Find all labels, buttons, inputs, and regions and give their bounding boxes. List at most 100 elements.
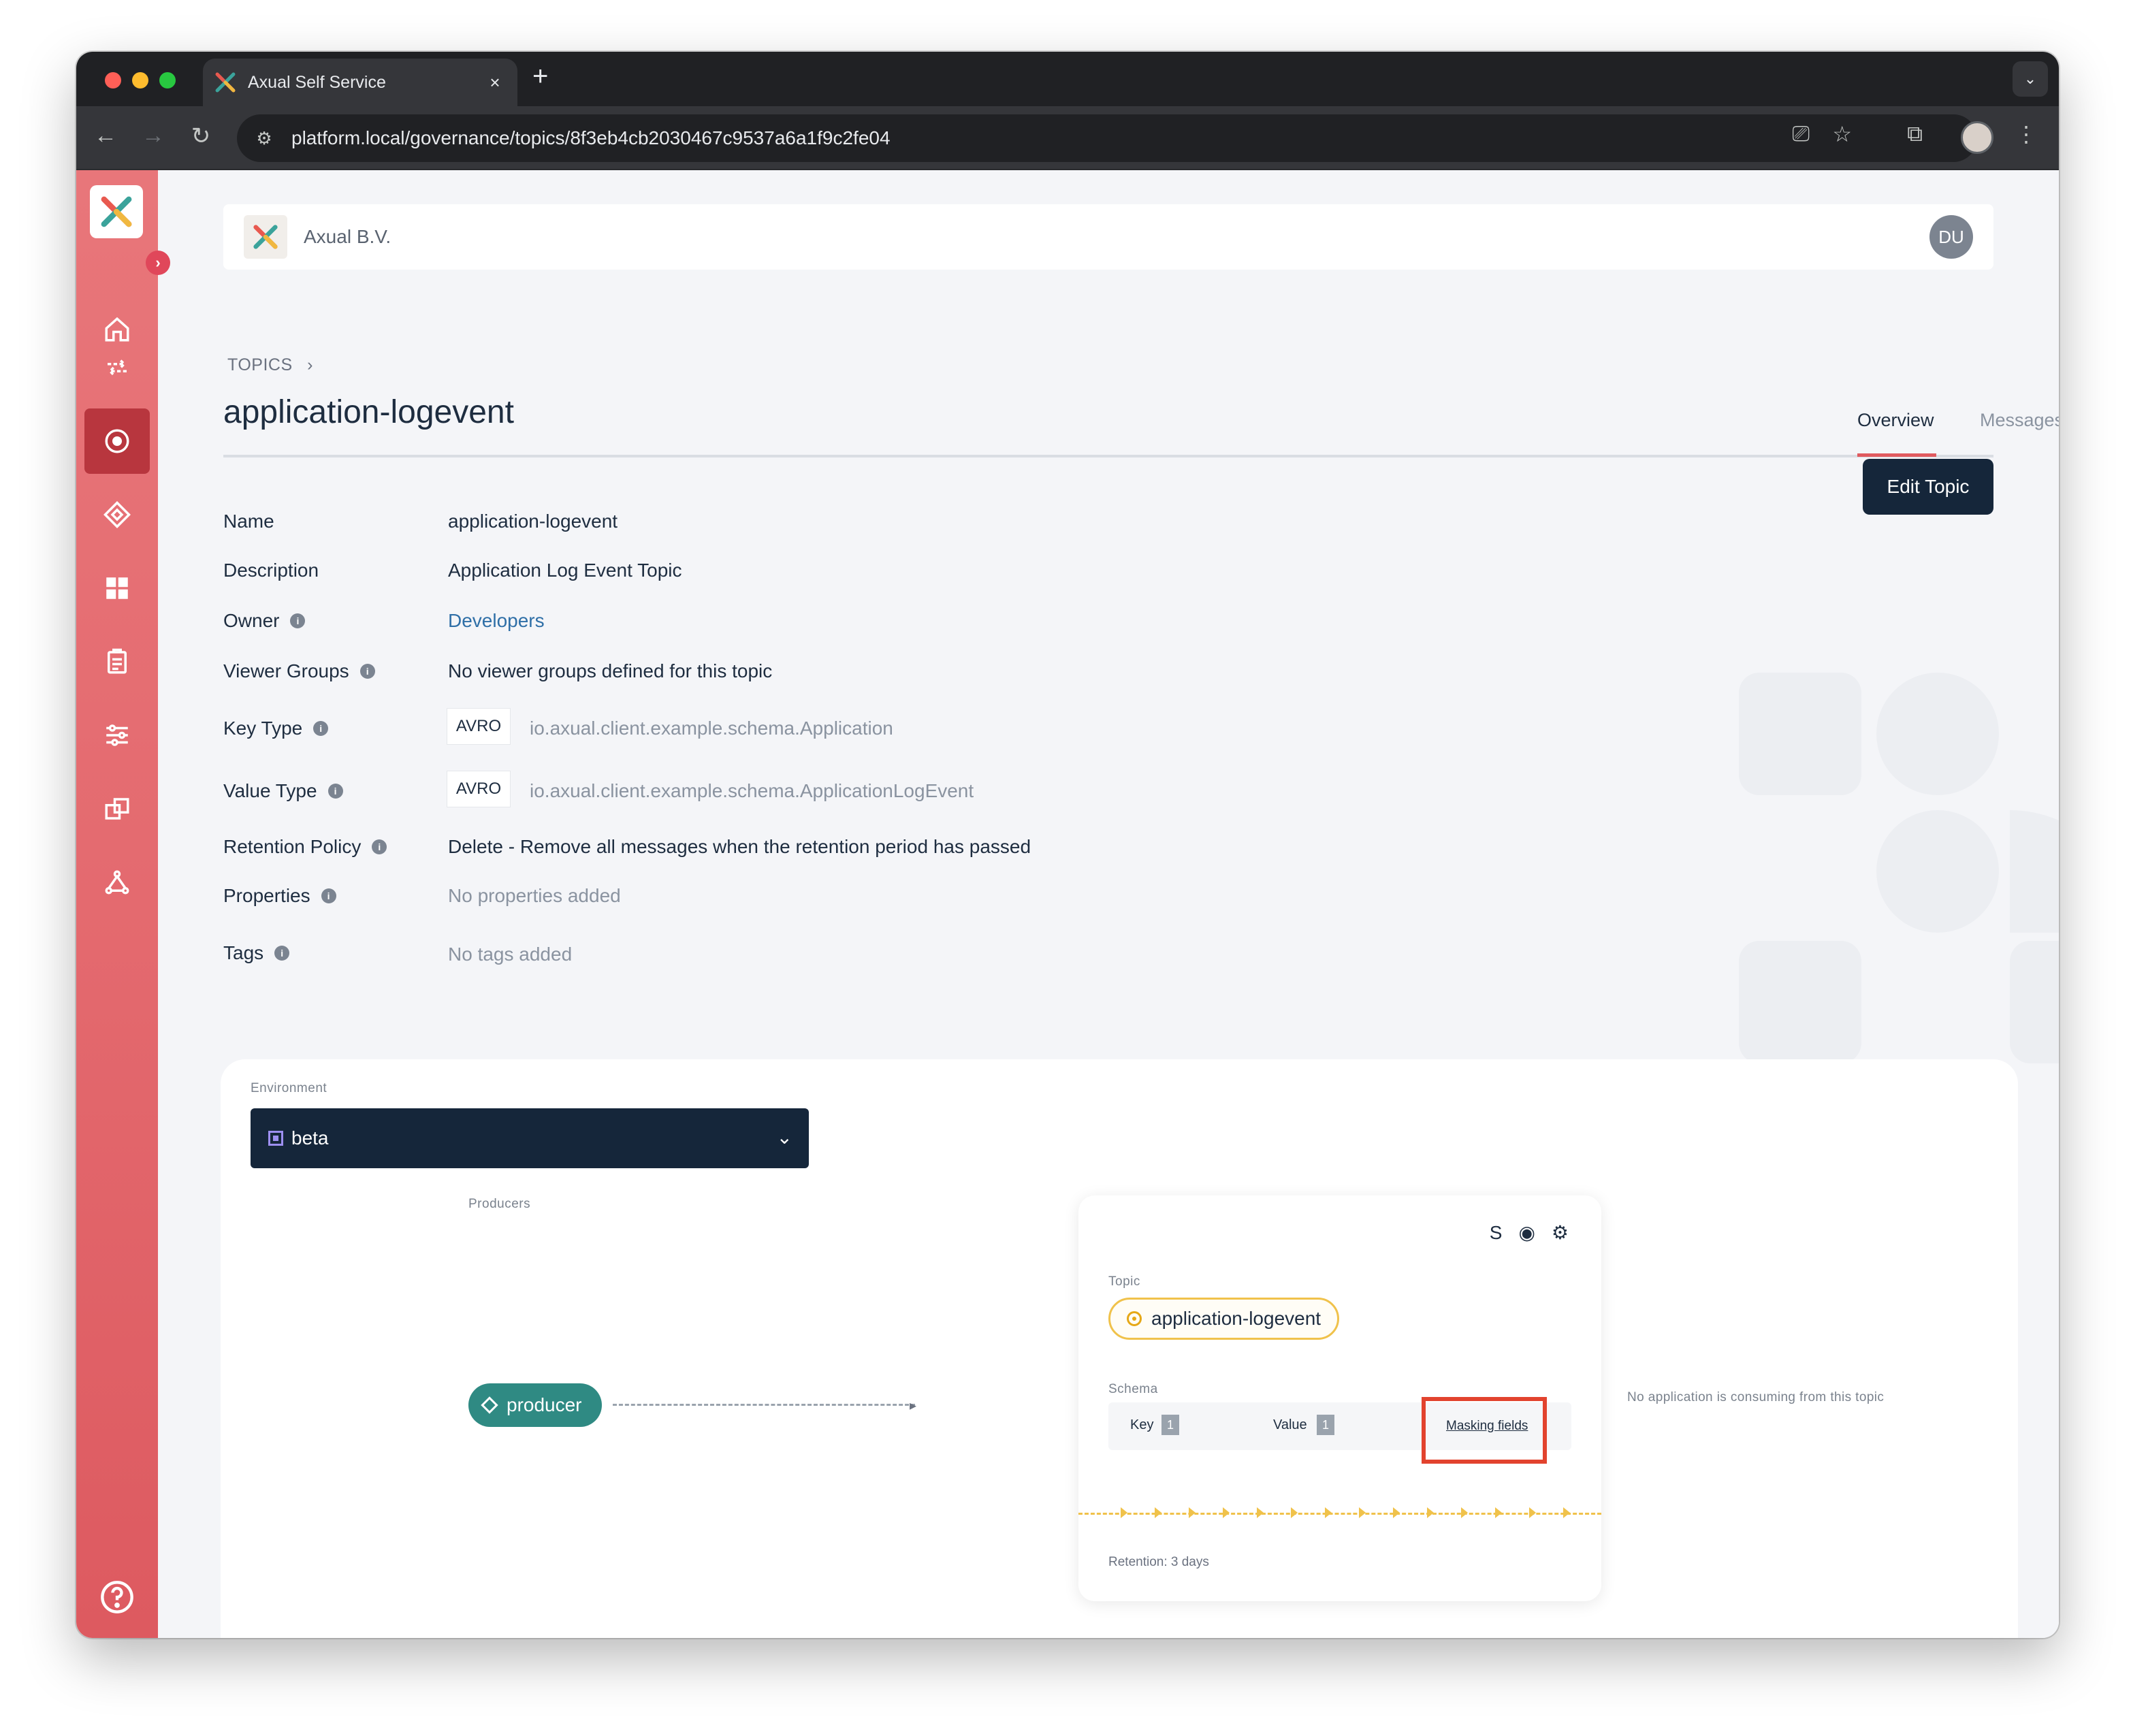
producers-label: Producers bbox=[468, 1197, 531, 1211]
tab-overview[interactable]: Overview bbox=[1857, 410, 1934, 431]
topic-card-actions: S ◉ ⚙ bbox=[1490, 1221, 1569, 1244]
back-arrow-icon[interactable]: ← bbox=[90, 123, 121, 149]
active-tab-indicator bbox=[1857, 453, 1936, 457]
tab-search-chevron-icon[interactable]: ⌄ bbox=[2013, 61, 2048, 97]
axual-logo-icon bbox=[101, 196, 132, 227]
network-icon bbox=[105, 870, 129, 895]
user-avatar[interactable]: DU bbox=[1929, 215, 1973, 259]
topic-label: Topic bbox=[1108, 1274, 1140, 1289]
close-window-button[interactable] bbox=[105, 72, 121, 89]
application-icon bbox=[481, 1396, 498, 1414]
topic-icon bbox=[1127, 1311, 1142, 1326]
browser-tabbar: Axual Self Service × + ⌄ bbox=[76, 52, 2059, 106]
environment-icon bbox=[268, 1131, 283, 1146]
producer-node[interactable]: producer bbox=[468, 1383, 602, 1427]
sidebar-item-environments[interactable] bbox=[84, 776, 150, 841]
browser-tab[interactable]: Axual Self Service × bbox=[203, 59, 517, 106]
org-logo[interactable] bbox=[244, 215, 287, 259]
browser-toolbar: ← → ↻ ⚙ platform.local/governance/topics… bbox=[76, 106, 2059, 170]
decorative-shape bbox=[1876, 673, 1999, 795]
new-tab-button[interactable]: + bbox=[532, 61, 548, 92]
minimize-window-button[interactable] bbox=[132, 72, 148, 89]
track-arrow-icon bbox=[1393, 1507, 1400, 1518]
sidebar-item-settings[interactable] bbox=[84, 703, 150, 768]
key-type-label: Key Type i bbox=[223, 718, 329, 739]
sidebar-item-streams[interactable] bbox=[84, 335, 150, 400]
browser-profile-avatar[interactable] bbox=[1961, 121, 1993, 154]
schema-s-icon[interactable]: S bbox=[1490, 1222, 1503, 1244]
info-icon[interactable]: i bbox=[313, 721, 329, 736]
track-arrow-icon bbox=[1461, 1507, 1468, 1518]
gear-icon[interactable]: ⚙ bbox=[1552, 1221, 1569, 1244]
sidebar-item-applications[interactable] bbox=[84, 482, 150, 547]
tab-messages[interactable]: Messages bbox=[1980, 410, 2059, 431]
browser-window: Axual Self Service × + ⌄ ← → ↻ ⚙ platfor… bbox=[76, 52, 2059, 1638]
sidebar-item-connectors[interactable] bbox=[84, 850, 150, 915]
topic-node[interactable]: application-logevent bbox=[1108, 1298, 1340, 1340]
reload-icon[interactable]: ↻ bbox=[185, 123, 217, 150]
eye-icon[interactable]: ◉ bbox=[1518, 1221, 1535, 1244]
info-icon[interactable]: i bbox=[327, 784, 343, 799]
name-value: application-logevent bbox=[448, 511, 618, 532]
track-arrow-icon bbox=[1325, 1507, 1332, 1518]
name-label: Name bbox=[223, 511, 274, 532]
site-settings-icon[interactable]: ⚙ bbox=[251, 125, 278, 152]
dashboard-icon bbox=[106, 577, 128, 599]
viewer-groups-value: No viewer groups defined for this topic bbox=[448, 660, 773, 681]
browser-menu-icon[interactable]: ⋮ bbox=[2015, 121, 2037, 147]
environment-selected: beta bbox=[291, 1127, 329, 1148]
streams-icon bbox=[108, 359, 127, 376]
tabs-divider bbox=[223, 455, 1993, 457]
forward-arrow-icon[interactable]: → bbox=[138, 123, 169, 149]
info-icon[interactable]: i bbox=[359, 664, 375, 679]
close-tab-icon[interactable]: × bbox=[483, 72, 507, 93]
properties-value: No properties added bbox=[448, 885, 621, 906]
info-icon[interactable]: i bbox=[321, 888, 336, 903]
breadcrumb-chevron-icon: › bbox=[307, 355, 313, 374]
extensions-icon[interactable]: ⧉ bbox=[1907, 121, 1923, 147]
app-root: › Axual B.V. DU TOPICS › application-log… bbox=[76, 170, 2059, 1638]
environment-select[interactable]: beta ⌄ bbox=[251, 1108, 809, 1168]
owner-link[interactable]: Developers bbox=[448, 610, 545, 632]
schema-key-label[interactable]: Key bbox=[1130, 1417, 1153, 1433]
decorative-shape bbox=[2010, 941, 2059, 1063]
info-icon[interactable]: i bbox=[290, 613, 306, 628]
install-app-icon[interactable]: ⎚ bbox=[1792, 121, 1810, 147]
breadcrumb[interactable]: TOPICS › bbox=[227, 355, 313, 375]
url-text[interactable]: platform.local/governance/topics/8f3eb4c… bbox=[291, 127, 891, 149]
value-type-schema: io.axual.client.example.schema.Applicati… bbox=[530, 780, 974, 801]
topic-icon bbox=[105, 429, 129, 453]
help-icon[interactable] bbox=[99, 1579, 135, 1615]
no-consumer-message: No application is consuming from this to… bbox=[1627, 1390, 1885, 1404]
masking-fields-highlight bbox=[1422, 1397, 1547, 1464]
track-arrow-icon bbox=[1223, 1507, 1230, 1518]
track-arrow-icon bbox=[1529, 1507, 1536, 1518]
edit-topic-button[interactable]: Edit Topic bbox=[1863, 459, 1993, 515]
sidebar-item-schemas[interactable] bbox=[84, 629, 150, 694]
sidebar-item-topics[interactable] bbox=[84, 408, 150, 474]
sidebar-item-dashboard[interactable] bbox=[84, 556, 150, 621]
environment-label: Environment bbox=[251, 1081, 327, 1095]
track-arrow-icon bbox=[1121, 1507, 1127, 1518]
key-type-badge: AVRO bbox=[447, 708, 511, 745]
track-arrow-icon bbox=[1189, 1507, 1196, 1518]
address-bar[interactable]: ⚙ platform.local/governance/topics/8f3eb… bbox=[237, 114, 1977, 162]
track-arrow-icon bbox=[1257, 1507, 1264, 1518]
value-type-label: Value Type i bbox=[223, 780, 343, 802]
sidebar-logo[interactable] bbox=[90, 185, 143, 238]
track-arrow-icon bbox=[1495, 1507, 1502, 1518]
maximize-window-button[interactable] bbox=[159, 72, 176, 89]
info-icon[interactable]: i bbox=[372, 839, 387, 854]
bookmark-star-icon[interactable]: ☆ bbox=[1832, 121, 1852, 147]
producer-name: producer bbox=[507, 1394, 582, 1415]
schema-value-label[interactable]: Value bbox=[1273, 1417, 1307, 1433]
org-name: Axual B.V. bbox=[304, 226, 391, 247]
track-arrow-icon bbox=[1563, 1507, 1570, 1518]
decorative-shape bbox=[2010, 810, 2059, 933]
decorative-shape bbox=[1739, 673, 1861, 795]
schema-label: Schema bbox=[1108, 1382, 1158, 1396]
retention-text: Retention: 3 days bbox=[1108, 1555, 1209, 1569]
info-icon[interactable]: i bbox=[274, 946, 290, 961]
breadcrumb-topics[interactable]: TOPICS bbox=[227, 355, 293, 374]
decorative-shape bbox=[1739, 941, 1861, 1063]
